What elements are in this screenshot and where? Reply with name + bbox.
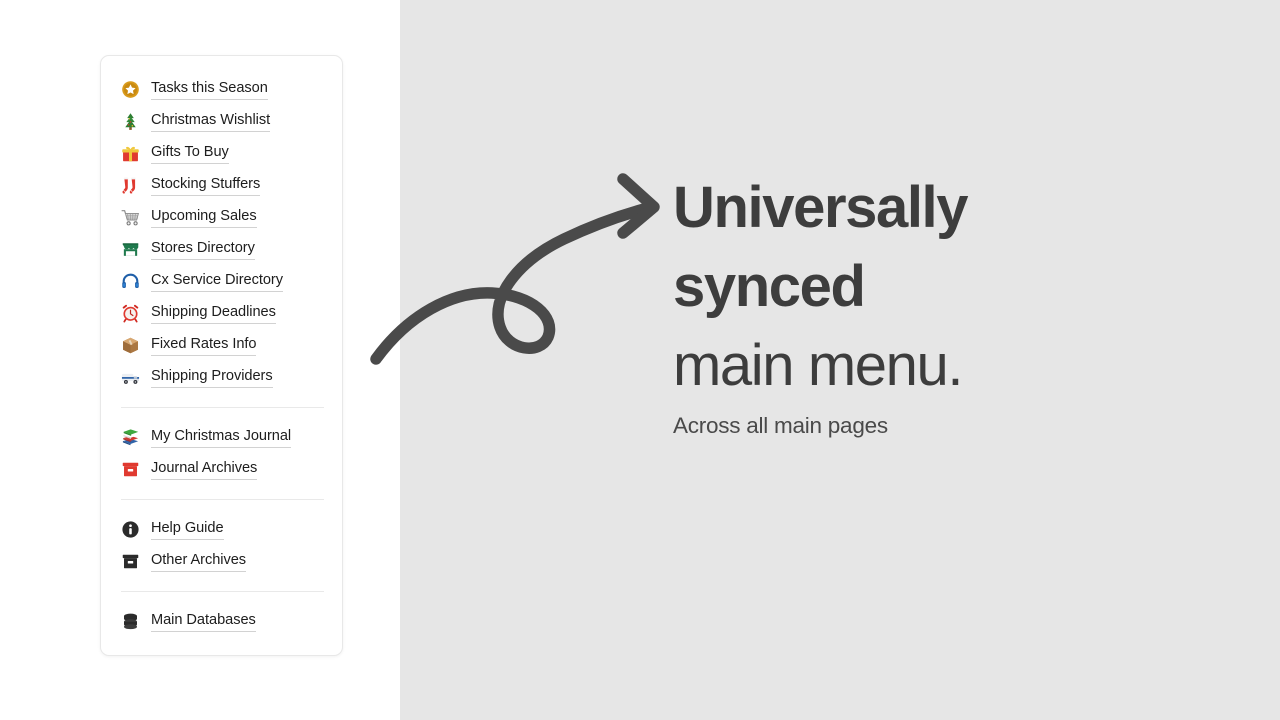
sidebar-item-journal-archives[interactable]: Journal Archives [101, 453, 342, 485]
sidebar-item-stores-directory[interactable]: Stores Directory [101, 233, 342, 265]
sidebar-item-label: Other Archives [151, 551, 246, 572]
sidebar-item-stocking-stuffers[interactable]: Stocking Stuffers [101, 169, 342, 201]
delivery-truck-icon [121, 368, 140, 387]
sidebar-divider-2 [121, 499, 324, 500]
sidebar-item-label: Shipping Providers [151, 367, 273, 388]
sidebar-item-shipping-deadlines[interactable]: Shipping Deadlines [101, 297, 342, 329]
sidebar-item-my-christmas-journal[interactable]: My Christmas Journal [101, 421, 342, 453]
sidebar-item-label: Cx Service Directory [151, 271, 283, 292]
gift-icon [121, 144, 140, 163]
alarm-clock-icon [121, 304, 140, 323]
sidebar-item-other-archives[interactable]: Other Archives [101, 545, 342, 577]
sidebar-card: Tasks this Season Christmas Wishlist Gif… [100, 55, 343, 656]
red-archive-box-icon [121, 460, 140, 479]
sidebar-item-label: Upcoming Sales [151, 207, 257, 228]
sidebar-item-gifts-to-buy[interactable]: Gifts To Buy [101, 137, 342, 169]
subtitle: Across all main pages [673, 413, 888, 438]
sidebar-item-label: Stocking Stuffers [151, 175, 260, 196]
sidebar-divider-1 [121, 407, 324, 408]
sidebar-item-label: Gifts To Buy [151, 143, 229, 164]
sidebar-item-christmas-wishlist[interactable]: Christmas Wishlist [101, 105, 342, 137]
sidebar-item-fixed-rates-info[interactable]: Fixed Rates Info [101, 329, 342, 361]
christmas-tree-icon [121, 112, 140, 131]
package-box-icon [121, 336, 140, 355]
sidebar-item-label: Christmas Wishlist [151, 111, 270, 132]
sidebar-group-primary: Tasks this Season Christmas Wishlist Gif… [101, 73, 342, 393]
app-root: Tasks this Season Christmas Wishlist Gif… [0, 0, 1280, 720]
sidebar-item-label: Help Guide [151, 519, 224, 540]
sidebar-item-main-databases[interactable]: Main Databases [101, 605, 342, 637]
database-icon [121, 612, 140, 631]
star-medal-icon [121, 80, 140, 99]
archive-box-icon [121, 552, 140, 571]
sidebar-divider-3 [121, 591, 324, 592]
books-stack-icon [121, 428, 140, 447]
headline-line-2: synced [673, 254, 866, 319]
sidebar-item-label: Stores Directory [151, 239, 255, 260]
shopping-cart-icon [121, 208, 140, 227]
headline-line-1: Universally [673, 175, 969, 240]
sidebar-group-data: Main Databases [101, 605, 342, 637]
sidebar-item-label: Tasks this Season [151, 79, 268, 100]
sidebar-group-support: Help Guide Other Archives [101, 513, 342, 577]
sidebar-item-label: My Christmas Journal [151, 427, 291, 448]
sidebar-group-journal: My Christmas Journal Journal Archives [101, 421, 342, 485]
stocking-icon [121, 176, 140, 195]
sidebar-item-label: Fixed Rates Info [151, 335, 257, 356]
headphone-icon [121, 272, 140, 291]
sidebar-item-shipping-providers[interactable]: Shipping Providers [101, 361, 342, 393]
headline-block: Universally synced main menu. [673, 168, 1153, 405]
sidebar-item-upcoming-sales[interactable]: Upcoming Sales [101, 201, 342, 233]
sidebar-item-cx-service-directory[interactable]: Cx Service Directory [101, 265, 342, 297]
sidebar-item-label: Shipping Deadlines [151, 303, 276, 324]
storefront-icon [121, 240, 140, 259]
headline-line-3: main menu. [673, 333, 963, 398]
sidebar-item-help-guide[interactable]: Help Guide [101, 513, 342, 545]
sidebar-item-label: Journal Archives [151, 459, 257, 480]
sidebar-item-tasks-this-season[interactable]: Tasks this Season [101, 73, 342, 105]
sidebar-item-label: Main Databases [151, 611, 256, 632]
info-circle-icon [121, 520, 140, 539]
